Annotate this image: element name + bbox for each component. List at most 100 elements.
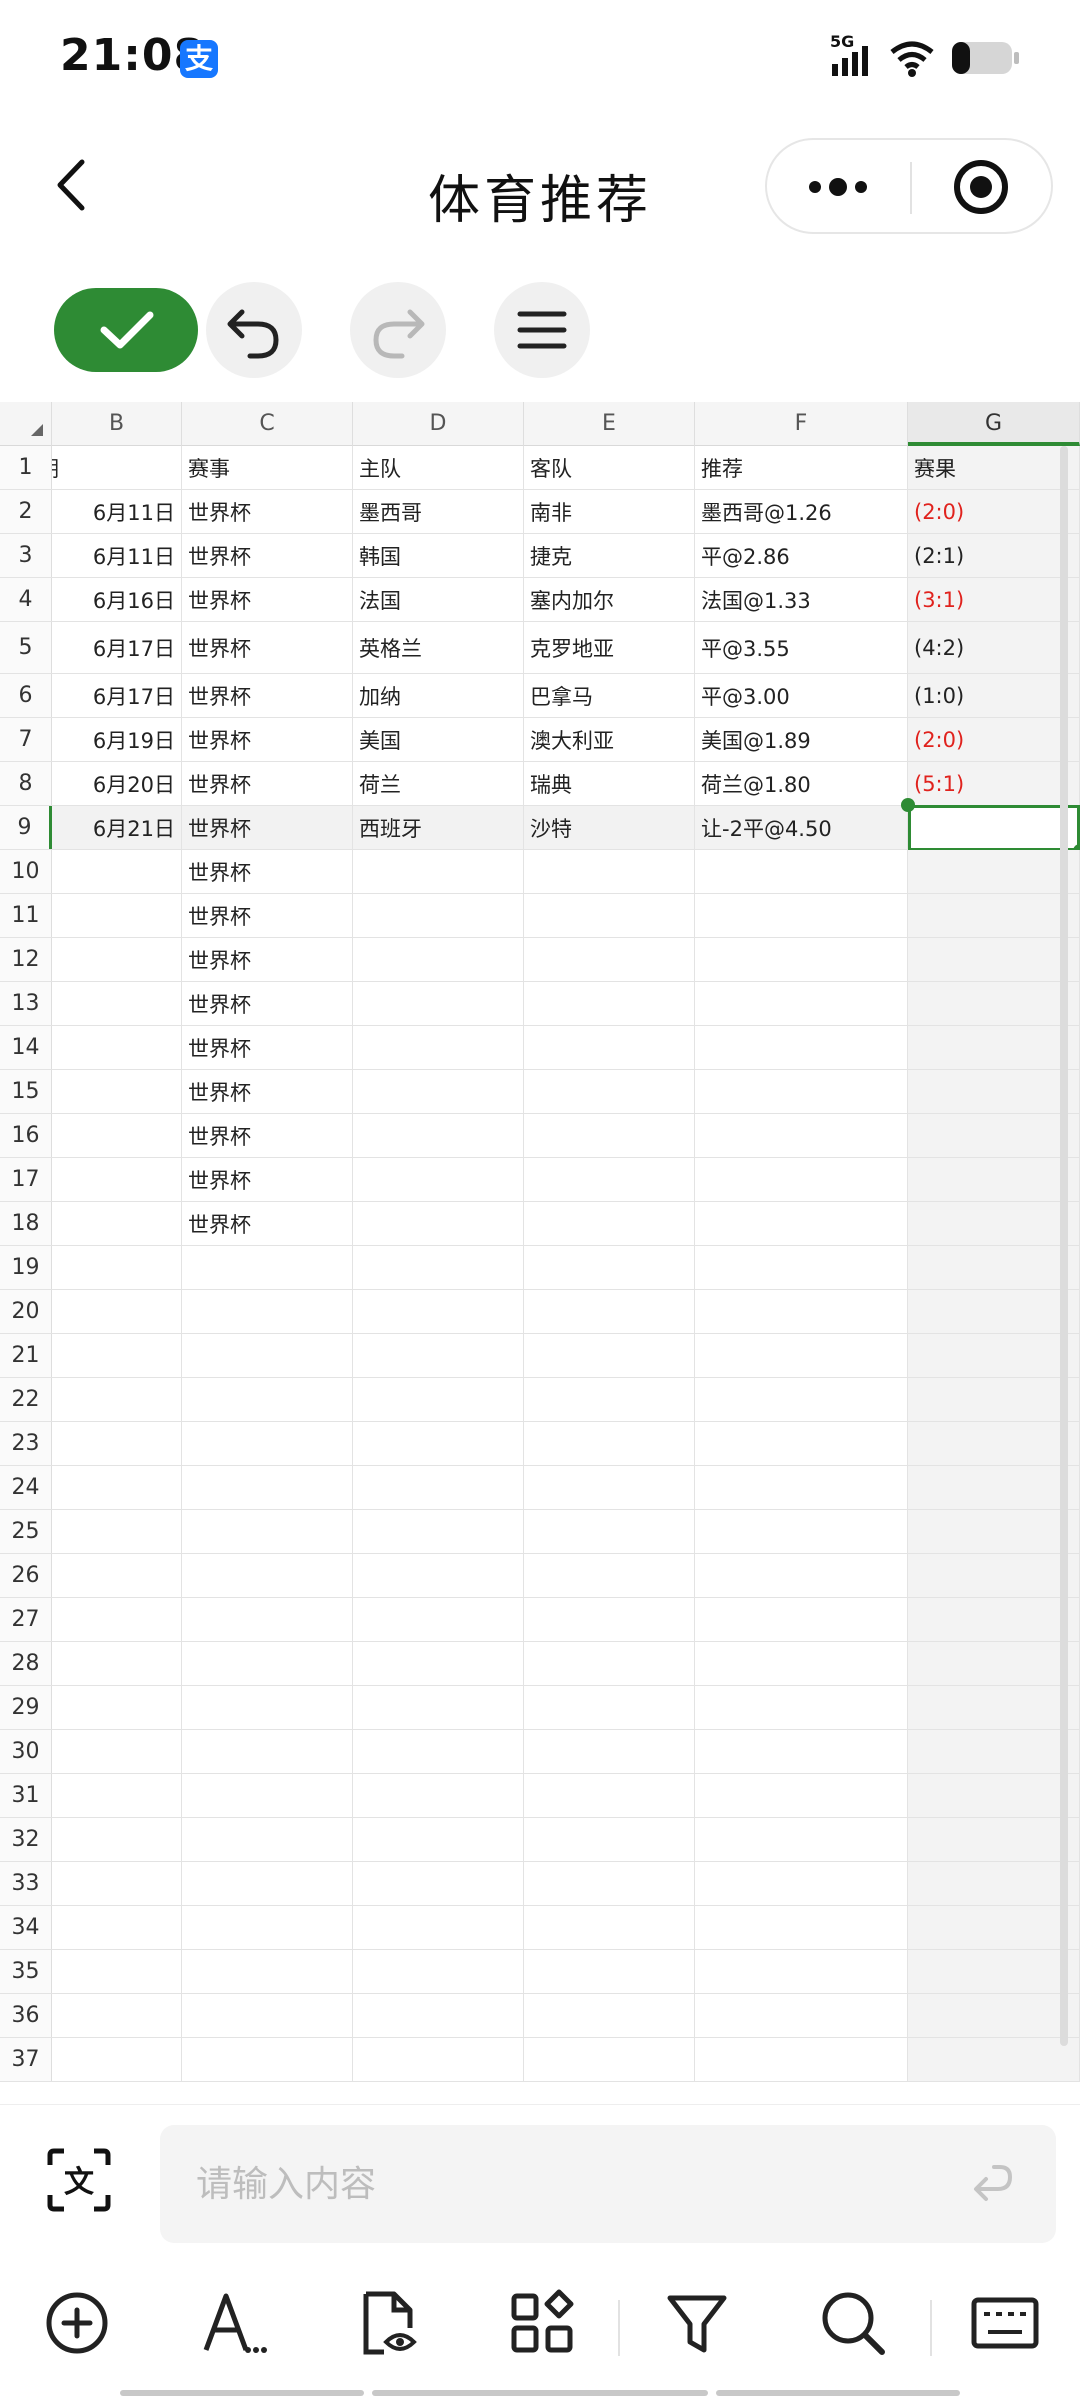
event-cell[interactable]: 世界杯 xyxy=(182,1070,353,1113)
home-team-cell[interactable] xyxy=(353,938,524,981)
home-team-cell[interactable] xyxy=(353,1818,524,1861)
column-header-e[interactable]: E xyxy=(524,402,695,446)
home-team-cell[interactable] xyxy=(353,1642,524,1685)
pick-cell[interactable] xyxy=(695,1686,908,1729)
away-team-cell[interactable] xyxy=(524,1994,695,2037)
date-cell[interactable]: 6月20日 xyxy=(52,762,182,805)
row-number[interactable]: 8 xyxy=(0,762,52,805)
away-team-cell[interactable] xyxy=(524,2038,695,2081)
row-number[interactable]: 7 xyxy=(0,718,52,761)
pick-cell[interactable]: 荷兰@1.80 xyxy=(695,762,908,805)
pick-cell[interactable] xyxy=(695,938,908,981)
away-team-cell[interactable] xyxy=(524,938,695,981)
row-number[interactable]: 12 xyxy=(0,938,52,981)
file-preview-button[interactable] xyxy=(354,2288,424,2358)
home-team-cell[interactable] xyxy=(353,1114,524,1157)
redo-button[interactable] xyxy=(350,282,446,378)
row-number[interactable]: 34 xyxy=(0,1906,52,1949)
row-number[interactable]: 19 xyxy=(0,1246,52,1289)
date-cell[interactable] xyxy=(52,1950,182,1993)
row-number[interactable]: 37 xyxy=(0,2038,52,2081)
pick-cell[interactable]: 平@3.55 xyxy=(695,622,908,673)
away-team-cell[interactable] xyxy=(524,850,695,893)
date-cell[interactable] xyxy=(52,1598,182,1641)
result-cell[interactable] xyxy=(908,1598,1080,1641)
pick-cell[interactable]: 墨西哥@1.26 xyxy=(695,490,908,533)
home-team-cell[interactable] xyxy=(353,1774,524,1817)
away-team-cell[interactable] xyxy=(524,894,695,937)
pick-cell[interactable]: 让-2平@4.50 xyxy=(695,806,908,849)
away-team-cell[interactable]: 克罗地亚 xyxy=(524,622,695,673)
away-team-cell[interactable]: 澳大利亚 xyxy=(524,718,695,761)
date-cell[interactable] xyxy=(52,894,182,937)
pick-cell[interactable] xyxy=(695,1070,908,1113)
home-team-cell[interactable] xyxy=(353,1026,524,1069)
event-cell[interactable]: 世界杯 xyxy=(182,534,353,577)
away-team-cell[interactable] xyxy=(524,1686,695,1729)
away-team-cell[interactable] xyxy=(524,1862,695,1905)
event-cell[interactable]: 世界杯 xyxy=(182,578,353,621)
event-cell[interactable]: 世界杯 xyxy=(182,938,353,981)
date-cell[interactable] xyxy=(52,1818,182,1861)
result-cell[interactable]: (2:1) xyxy=(908,534,1080,577)
apps-button[interactable] xyxy=(508,2288,578,2358)
event-cell[interactable] xyxy=(182,1510,353,1553)
result-cell[interactable] xyxy=(908,1730,1080,1773)
home-team-cell[interactable]: 墨西哥 xyxy=(353,490,524,533)
home-team-cell[interactable] xyxy=(353,1246,524,1289)
pick-cell[interactable] xyxy=(695,1422,908,1465)
home-team-cell[interactable] xyxy=(353,1290,524,1333)
away-team-cell[interactable] xyxy=(524,1114,695,1157)
row-number[interactable]: 2 xyxy=(0,490,52,533)
event-cell[interactable] xyxy=(182,1290,353,1333)
enter-button[interactable] xyxy=(964,2159,1020,2215)
away-team-cell[interactable] xyxy=(524,1730,695,1773)
result-cell[interactable]: (5:1) xyxy=(908,762,1080,805)
pick-cell[interactable] xyxy=(695,1026,908,1069)
event-cell[interactable]: 世界杯 xyxy=(182,674,353,717)
date-cell[interactable] xyxy=(52,1378,182,1421)
row-number[interactable]: 3 xyxy=(0,534,52,577)
pick-cell[interactable] xyxy=(695,2038,908,2081)
ocr-scan-button[interactable]: 文 xyxy=(44,2145,114,2215)
home-team-cell[interactable] xyxy=(353,1950,524,1993)
pick-cell[interactable]: 美国@1.89 xyxy=(695,718,908,761)
event-cell[interactable]: 世界杯 xyxy=(182,1202,353,1245)
event-cell[interactable]: 世界杯 xyxy=(182,894,353,937)
event-cell[interactable]: 世界杯 xyxy=(182,762,353,805)
column-header-d[interactable]: D xyxy=(353,402,524,446)
date-cell[interactable]: 6月16日 xyxy=(52,578,182,621)
result-cell[interactable] xyxy=(908,1202,1080,1245)
away-team-cell[interactable]: 南非 xyxy=(524,490,695,533)
home-team-cell[interactable]: 英格兰 xyxy=(353,622,524,673)
confirm-button[interactable] xyxy=(54,288,198,372)
undo-button[interactable] xyxy=(206,282,302,378)
home-team-cell[interactable] xyxy=(353,1334,524,1377)
pick-cell[interactable] xyxy=(695,1642,908,1685)
away-team-cell[interactable] xyxy=(524,1950,695,1993)
cell-f1[interactable]: 推荐 xyxy=(695,446,908,489)
pick-cell[interactable] xyxy=(695,894,908,937)
home-team-cell[interactable] xyxy=(353,1598,524,1641)
date-cell[interactable] xyxy=(52,1114,182,1157)
row-number[interactable]: 22 xyxy=(0,1378,52,1421)
date-cell[interactable] xyxy=(52,1202,182,1245)
pick-cell[interactable] xyxy=(695,1598,908,1641)
vertical-scrollbar[interactable] xyxy=(1060,446,1068,2046)
away-team-cell[interactable]: 巴拿马 xyxy=(524,674,695,717)
search-button[interactable] xyxy=(818,2288,888,2358)
date-cell[interactable] xyxy=(52,1334,182,1377)
event-cell[interactable]: 世界杯 xyxy=(182,622,353,673)
cell-b1[interactable]: 期 xyxy=(52,446,182,489)
date-cell[interactable] xyxy=(52,1554,182,1597)
row-number[interactable]: 24 xyxy=(0,1466,52,1509)
result-cell[interactable] xyxy=(908,1290,1080,1333)
date-cell[interactable]: 6月21日 xyxy=(52,806,182,849)
away-team-cell[interactable] xyxy=(524,1290,695,1333)
result-cell[interactable] xyxy=(908,1466,1080,1509)
result-cell[interactable] xyxy=(908,1774,1080,1817)
row-number[interactable]: 10 xyxy=(0,850,52,893)
event-cell[interactable] xyxy=(182,2038,353,2081)
pick-cell[interactable] xyxy=(695,1862,908,1905)
event-cell[interactable] xyxy=(182,1774,353,1817)
